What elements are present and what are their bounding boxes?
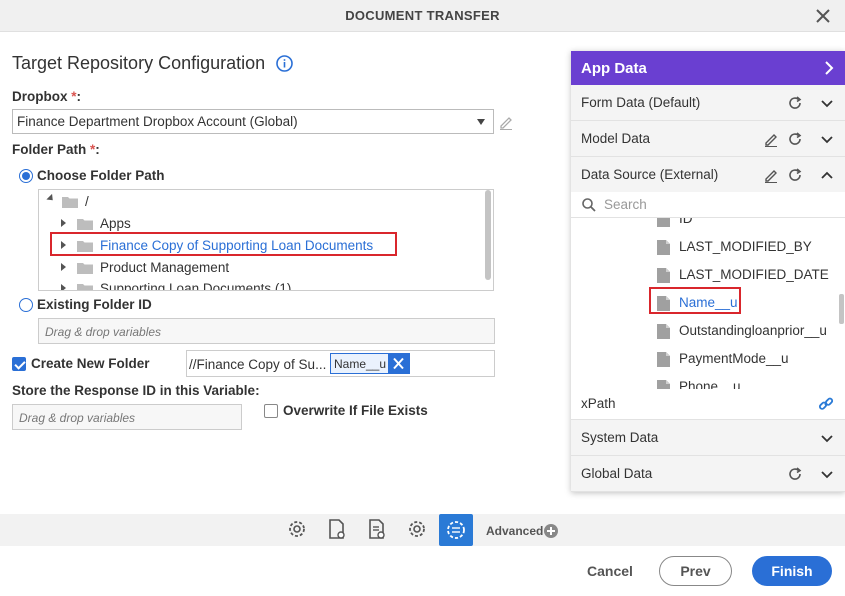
chevron-down-icon[interactable] <box>819 131 835 147</box>
info-icon[interactable] <box>276 55 293 72</box>
tree-row-product-management[interactable]: Product Management <box>59 258 479 278</box>
existing-folder-id-label: Existing Folder ID <box>37 297 152 312</box>
section-form-data[interactable]: Form Data (Default) <box>571 85 845 121</box>
refresh-icon[interactable] <box>787 95 803 111</box>
close-icon[interactable] <box>813 6 833 26</box>
collapse-icon[interactable] <box>61 284 66 290</box>
folder-icon <box>77 284 93 290</box>
field-icon <box>657 324 670 339</box>
existing-folder-id-drop[interactable]: Drag & drop variables <box>38 318 495 344</box>
chevron-down-icon <box>477 119 485 125</box>
field-icon <box>657 240 670 255</box>
link-icon[interactable] <box>818 396 834 412</box>
tree-scrollbar[interactable] <box>485 190 491 280</box>
selected-field-highlight <box>649 287 741 314</box>
chevron-right-icon[interactable] <box>823 61 835 75</box>
advanced-settings-button[interactable] <box>439 514 473 546</box>
refresh-icon[interactable] <box>787 131 803 147</box>
choose-folder-path-radio[interactable] <box>19 169 33 183</box>
section-data-source[interactable]: Data Source (External) <box>571 157 845 193</box>
finish-button[interactable]: Finish <box>752 556 832 586</box>
document-settings-icon[interactable] <box>325 517 349 541</box>
app-data-search[interactable]: Search <box>571 192 845 218</box>
chevron-down-icon[interactable] <box>819 430 835 446</box>
create-new-folder-checkbox[interactable] <box>12 357 26 371</box>
chevron-up-icon[interactable] <box>819 167 835 183</box>
section-xpath[interactable]: xPath <box>571 389 845 420</box>
choose-folder-path-label: Choose Folder Path <box>37 168 165 183</box>
existing-folder-id-radio[interactable] <box>19 298 33 312</box>
page-title: Target Repository Configuration <box>12 53 266 73</box>
pencil-icon[interactable] <box>498 114 514 130</box>
overwrite-label: Overwrite If File Exists <box>283 403 428 418</box>
data-source-scrollbar[interactable] <box>839 294 844 324</box>
refresh-icon[interactable] <box>787 466 803 482</box>
plus-icon[interactable] <box>544 524 558 538</box>
close-icon[interactable] <box>388 354 409 373</box>
new-folder-path-text: //Finance Copy of Su... <box>189 357 327 372</box>
tree-row-apps[interactable]: Apps <box>59 214 479 234</box>
store-response-label: Store the Response ID in this Variable: <box>12 383 260 398</box>
prev-button[interactable]: Prev <box>659 556 732 586</box>
app-data-title: App Data <box>581 60 647 77</box>
new-folder-path-input[interactable]: //Finance Copy of Su... Name__u <box>186 350 495 377</box>
advanced-label[interactable]: Advanced <box>486 524 543 538</box>
dialog-titlebar: DOCUMENT TRANSFER <box>0 0 845 32</box>
collapse-icon[interactable] <box>61 219 66 227</box>
dropbox-select[interactable]: Finance Department Dropbox Account (Glob… <box>12 109 494 134</box>
create-new-folder-label: Create New Folder <box>31 356 150 371</box>
gear-icon[interactable] <box>285 517 309 541</box>
expand-icon[interactable] <box>46 193 56 204</box>
variable-chip[interactable]: Name__u <box>330 353 410 374</box>
field-icon <box>657 380 670 389</box>
search-icon <box>582 198 596 212</box>
folder-path-label: Folder Path *: <box>12 142 100 157</box>
section-global-data[interactable]: Global Data <box>571 456 845 492</box>
dropbox-value: Finance Department Dropbox Account (Glob… <box>17 114 298 129</box>
pencil-icon[interactable] <box>763 167 779 183</box>
app-data-panel: App Data Form Data (Default) Model Data … <box>571 51 845 492</box>
cancel-button[interactable]: Cancel <box>587 563 633 579</box>
tree-row-supporting-loan-documents[interactable]: Supporting Loan Documents (1) <box>59 279 479 290</box>
dialog-title: DOCUMENT TRANSFER <box>345 8 500 23</box>
selected-folder-highlight <box>50 232 397 256</box>
folder-icon <box>62 197 78 208</box>
folder-icon <box>77 219 93 230</box>
gear-icon[interactable] <box>405 517 429 541</box>
section-model-data[interactable]: Model Data <box>571 121 845 157</box>
document-list-icon[interactable] <box>365 517 389 541</box>
folder-icon <box>77 263 93 274</box>
field-icon <box>657 218 670 227</box>
refresh-icon[interactable] <box>787 167 803 183</box>
overwrite-checkbox[interactable] <box>264 404 278 418</box>
search-placeholder: Search <box>604 197 647 212</box>
tree-row-root[interactable]: / <box>45 192 485 212</box>
section-system-data[interactable]: System Data <box>571 420 845 456</box>
step-toolbar: Advanced <box>0 514 845 546</box>
dropbox-label: Dropbox *: <box>12 89 82 104</box>
store-response-drop[interactable]: Drag & drop variables <box>12 404 242 430</box>
chevron-down-icon[interactable] <box>819 95 835 111</box>
field-icon <box>657 268 670 283</box>
settings-list-icon <box>447 521 465 539</box>
app-data-header[interactable]: App Data <box>571 51 845 85</box>
pencil-icon[interactable] <box>763 131 779 147</box>
chevron-down-icon[interactable] <box>819 466 835 482</box>
field-icon <box>657 352 670 367</box>
collapse-icon[interactable] <box>61 263 66 271</box>
